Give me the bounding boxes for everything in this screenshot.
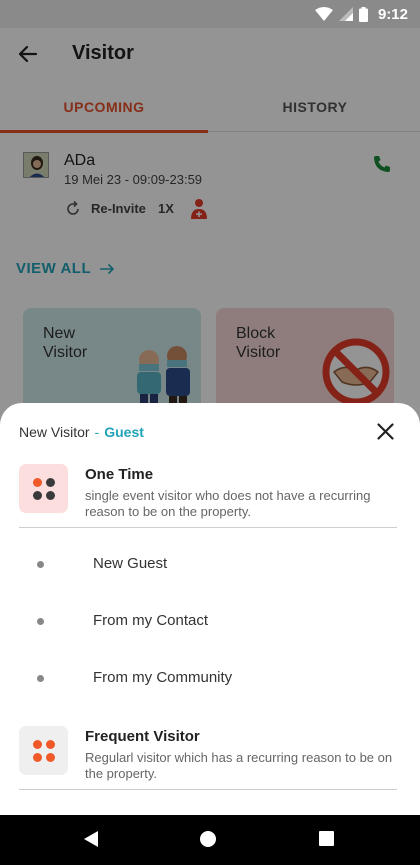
bullet-icon: [37, 561, 44, 568]
sub-item-label: From my Community: [93, 669, 233, 686]
sheet-title: New Visitor - Guest: [19, 424, 144, 440]
sub-item-from-contact[interactable]: From my Contact: [0, 596, 420, 648]
new-visitor-sheet: New Visitor - Guest One Time single event …: [0, 403, 420, 815]
wifi-icon: [314, 7, 333, 21]
bullet-icon: [37, 618, 44, 625]
nav-recents-icon[interactable]: [319, 831, 334, 846]
sheet-title-text: New Visitor: [19, 424, 90, 440]
option-one-time-title: One Time: [85, 466, 154, 483]
sub-item-from-community[interactable]: From my Community: [0, 653, 420, 705]
option-one-time-description: single event visitor who does not have a…: [85, 488, 371, 519]
sub-item-label: New Guest: [93, 555, 168, 572]
sheet-visitor-type: Guest: [104, 424, 144, 440]
option-frequent-title: Frequent Visitor: [85, 728, 200, 745]
sub-item-label: From my Contact: [93, 612, 209, 629]
signal-icon: [338, 7, 353, 21]
option-frequent-visitor[interactable]: Frequent Visitor Regularl visitor which …: [19, 726, 397, 792]
option-one-time[interactable]: One Time single event visitor who does n…: [19, 464, 397, 528]
close-icon[interactable]: [377, 423, 394, 440]
bullet-icon: [37, 675, 44, 682]
sub-item-new-guest[interactable]: New Guest: [0, 539, 420, 591]
option-frequent-description: Regularl visitor which has a recurring r…: [85, 750, 393, 781]
status-icons: 9:12: [314, 5, 408, 23]
grid-dots-icon: [19, 464, 68, 513]
grid-dots-icon: [19, 726, 68, 775]
option-divider: [19, 789, 397, 790]
sheet-title-separator: -: [94, 424, 100, 440]
battery-icon: [358, 6, 368, 22]
nav-back-icon[interactable]: [84, 831, 98, 847]
option-divider: [19, 527, 397, 528]
navigation-bar: [0, 815, 420, 865]
nav-home-icon[interactable]: [200, 831, 216, 847]
status-bar: 9:12: [0, 0, 420, 28]
status-time: 9:12: [377, 5, 408, 23]
